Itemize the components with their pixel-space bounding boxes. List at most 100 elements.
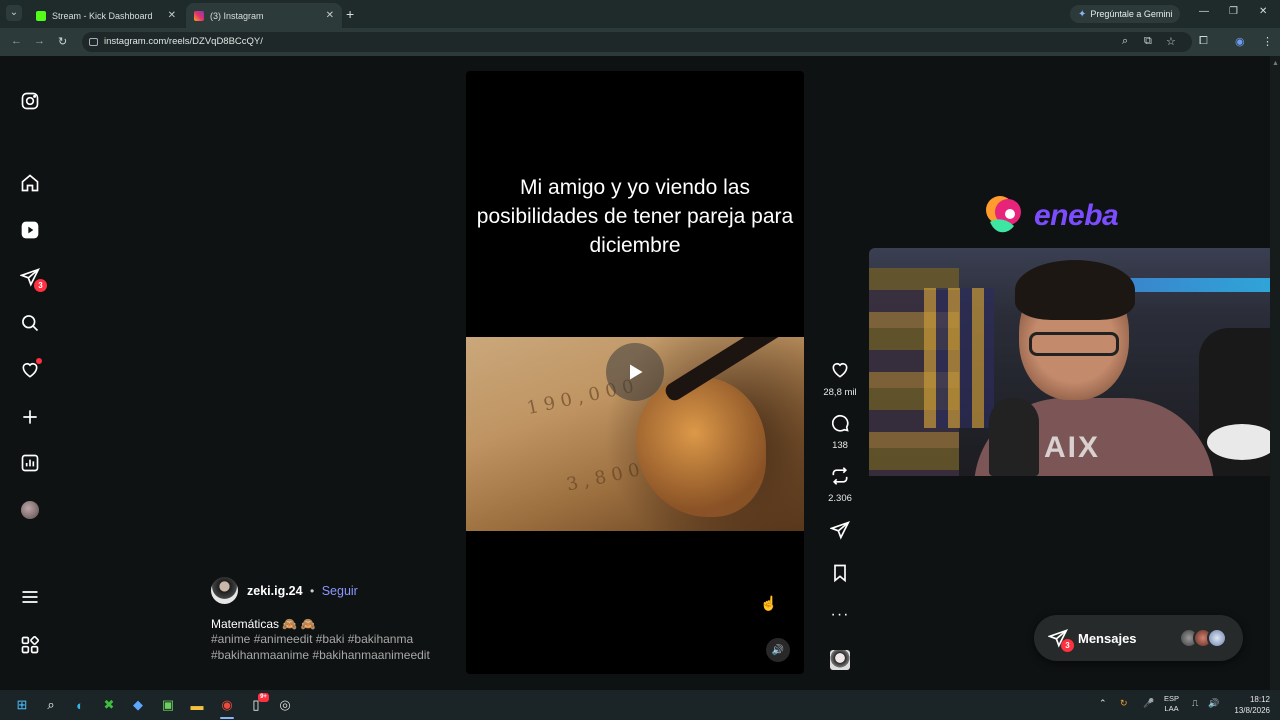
webcam-shirt-text: AIX bbox=[1044, 431, 1101, 464]
xbox-icon[interactable]: ✖ bbox=[99, 695, 119, 715]
message-avatars bbox=[1179, 628, 1227, 648]
extensions-icon[interactable]: ⧠ bbox=[1199, 35, 1208, 48]
author-username[interactable]: zeki.ig.24 bbox=[247, 584, 303, 598]
webcam-mask bbox=[1207, 424, 1277, 460]
messages-icon[interactable]: 3 bbox=[19, 266, 47, 292]
reel-hashtags[interactable]: #anime #animeedit #baki #bakihanma #baki… bbox=[211, 632, 441, 663]
avatar[interactable] bbox=[211, 577, 238, 604]
reel-video-player[interactable]: Mi amigo y yo viendo las posibilidades d… bbox=[466, 71, 804, 674]
gemini-button[interactable]: ✦ Pregúntale a Gemini bbox=[1070, 5, 1181, 23]
messages-send-icon: 3 bbox=[1047, 628, 1074, 652]
dashboard-chart-icon[interactable] bbox=[19, 452, 41, 474]
install-app-icon[interactable]: ⧉ bbox=[1144, 35, 1152, 48]
app-diamond-icon[interactable]: ◆ bbox=[128, 695, 148, 715]
more-options-button[interactable]: ··· bbox=[820, 606, 860, 624]
tab-kick-dashboard[interactable]: Stream - Kick Dashboard ✕ bbox=[28, 3, 184, 28]
reels-icon[interactable] bbox=[19, 219, 41, 241]
webcam-glasses bbox=[1029, 332, 1119, 356]
instagram-logo-icon[interactable] bbox=[19, 90, 41, 112]
search-icon[interactable] bbox=[19, 312, 41, 334]
tray-chevron-icon[interactable]: ⌃ bbox=[1099, 698, 1107, 709]
comment-button[interactable]: 138 bbox=[820, 413, 860, 451]
eneba-wordmark: eneba bbox=[1034, 199, 1119, 232]
url-text: instagram.com/reels/DZVqD8BCcQY/ bbox=[104, 36, 263, 47]
tray-network-icon[interactable]: ⎍ bbox=[1192, 698, 1198, 709]
apps-grid-icon[interactable] bbox=[19, 634, 41, 656]
mouse-cursor-icon: ☝ bbox=[760, 595, 778, 611]
zoom-icon[interactable]: ⌕ bbox=[1122, 35, 1128, 48]
restore-button[interactable]: ❐ bbox=[1229, 6, 1238, 17]
avatar bbox=[1207, 628, 1227, 648]
address-bar: ← → ↻ instagram.com/reels/DZVqD8BCcQY/ ⌕… bbox=[0, 28, 1280, 56]
browser-menu-icon[interactable]: ⋮ bbox=[1262, 35, 1273, 48]
tray-sync-icon[interactable]: ↻ bbox=[1120, 698, 1128, 709]
app-green-icon[interactable]: ▣ bbox=[158, 695, 178, 715]
home-icon[interactable] bbox=[19, 172, 41, 194]
save-button[interactable] bbox=[820, 563, 860, 588]
close-window-button[interactable]: ✕ bbox=[1259, 6, 1267, 17]
chrome-icon[interactable]: ◉ bbox=[217, 695, 237, 715]
kick-favicon-icon bbox=[36, 10, 46, 21]
profile-avatar-icon[interactable] bbox=[19, 499, 41, 521]
notifications-heart-icon[interactable] bbox=[19, 358, 42, 381]
taskbar-notification-badge: 9+ bbox=[258, 693, 269, 702]
messages-badge: 3 bbox=[1061, 639, 1074, 652]
tab-title: Stream - Kick Dashboard bbox=[52, 10, 153, 21]
reel-video-frame[interactable]: 1 9 0 , 0 0 0 3 , 8 0 0 bbox=[466, 337, 804, 531]
active-app-indicator bbox=[220, 717, 234, 719]
page-scrollbar[interactable]: ▲ bbox=[1270, 56, 1280, 690]
repost-button[interactable]: 2.306 bbox=[820, 466, 860, 504]
reel-caption-text: Mi amigo y yo viendo las posibilidades d… bbox=[476, 176, 794, 257]
ellipsis-icon: ··· bbox=[830, 606, 850, 623]
webcam-posters bbox=[924, 288, 994, 428]
keyboard-language[interactable]: ESP LAA bbox=[1164, 694, 1179, 714]
taskbar-search-icon[interactable]: ⌕ bbox=[41, 695, 61, 715]
windows-start-icon[interactable]: ⊞ bbox=[12, 695, 32, 715]
tray-volume-icon[interactable]: 🔊 bbox=[1208, 698, 1219, 709]
more-menu-icon[interactable] bbox=[19, 586, 41, 608]
app-round-icon[interactable]: ◎ bbox=[275, 695, 295, 715]
webcam-microphone bbox=[989, 398, 1039, 476]
create-plus-icon[interactable] bbox=[19, 406, 41, 428]
url-field[interactable]: instagram.com/reels/DZVqD8BCcQY/ bbox=[82, 32, 1192, 52]
reload-button[interactable]: ↻ bbox=[58, 35, 67, 48]
messages-badge: 3 bbox=[34, 279, 47, 292]
mute-toggle-button[interactable]: 🔊 bbox=[766, 638, 790, 662]
tab-close-icon[interactable]: ✕ bbox=[326, 10, 334, 21]
like-button[interactable]: 28,8 mil bbox=[820, 360, 860, 398]
minimize-button[interactable]: — bbox=[1199, 6, 1209, 17]
tab-close-icon[interactable]: ✕ bbox=[168, 10, 176, 21]
comment-count: 138 bbox=[832, 440, 848, 451]
gemini-sparkle-icon: ✦ bbox=[1078, 8, 1087, 20]
play-button[interactable] bbox=[606, 343, 664, 401]
like-count: 28,8 mil bbox=[823, 387, 857, 398]
speaker-icon: 🔊 bbox=[771, 644, 785, 656]
edge-icon[interactable]: ◐ bbox=[70, 695, 90, 715]
tab-search-button[interactable]: ⌄ bbox=[6, 5, 22, 21]
tray-mic-icon[interactable]: 🎤 bbox=[1143, 698, 1154, 709]
repost-icon bbox=[832, 467, 848, 485]
audio-avatar[interactable] bbox=[830, 650, 850, 670]
back-button[interactable]: ← bbox=[11, 35, 22, 47]
share-button[interactable] bbox=[820, 520, 860, 545]
system-clock[interactable]: 18:12 13/8/2026 bbox=[1224, 694, 1270, 716]
scroll-up-arrow-icon[interactable]: ▲ bbox=[1272, 60, 1279, 70]
reel-description: Matemáticas 🙈 🙈 bbox=[211, 617, 316, 631]
new-tab-button[interactable]: + bbox=[346, 6, 354, 22]
repost-count: 2.306 bbox=[828, 493, 852, 504]
tab-instagram[interactable]: (3) Instagram ✕ bbox=[186, 3, 342, 28]
profile-icon[interactable]: ◉ bbox=[1235, 35, 1245, 48]
clock-date: 13/8/2026 bbox=[1234, 706, 1270, 715]
site-info-icon[interactable] bbox=[89, 38, 98, 46]
follow-button[interactable]: Seguir bbox=[322, 584, 358, 598]
lang-code: ESP bbox=[1164, 694, 1180, 703]
messages-floating-button[interactable]: 3 Mensajes bbox=[1034, 615, 1243, 661]
reel-author: zeki.ig.24 • Seguir bbox=[211, 577, 358, 604]
browser-tab-strip: ⌄ Stream - Kick Dashboard ✕ (3) Instagra… bbox=[0, 0, 1280, 28]
forward-button[interactable]: → bbox=[34, 35, 45, 47]
file-explorer-icon[interactable]: ▬ bbox=[187, 695, 207, 715]
instagram-favicon-icon bbox=[194, 10, 204, 21]
bookmark-star-icon[interactable]: ☆ bbox=[1166, 35, 1176, 48]
bookmark-icon bbox=[834, 564, 846, 583]
heart-icon bbox=[832, 362, 848, 378]
